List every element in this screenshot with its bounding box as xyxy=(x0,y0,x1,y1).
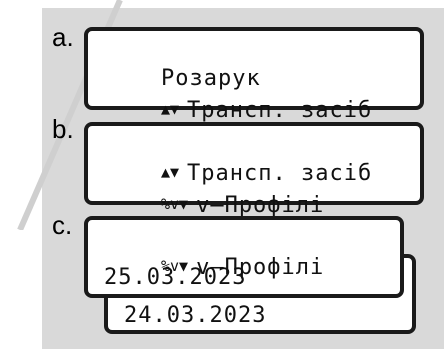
step-label-b: b. xyxy=(52,114,74,144)
lcd-display-c-front: %v▼ v–Профілі 25.03.2023 xyxy=(84,216,404,298)
step-label-a: a. xyxy=(52,22,74,52)
lcd-display-b: ▲▼ Трансп. засіб %v▼ v–Профілі xyxy=(84,122,424,217)
up-down-arrows-icon: ▲▼ xyxy=(160,100,180,118)
step-label-c: c. xyxy=(52,210,73,240)
v-profile-menu-icon: %v▼ xyxy=(160,195,189,213)
lcd-display-a: Розарук ▲▼ Трансп. засіб xyxy=(84,27,424,122)
lcd-date-previous: 24.03.2023 xyxy=(124,303,267,328)
lcd-date-current: 25.03.2023 xyxy=(104,265,247,290)
